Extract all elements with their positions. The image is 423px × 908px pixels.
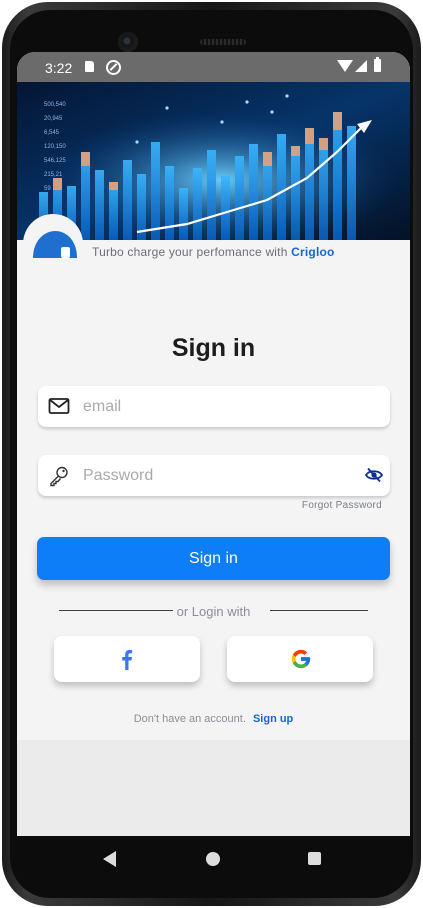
- igloo-logo-icon: [33, 231, 77, 258]
- app-logo: [23, 214, 83, 274]
- wifi-icon: [337, 60, 353, 72]
- back-icon[interactable]: [103, 851, 116, 867]
- hero-number: 215,21: [44, 172, 63, 178]
- password-input[interactable]: [83, 455, 353, 496]
- facebook-login-button[interactable]: [54, 636, 200, 682]
- eye-off-icon[interactable]: [365, 467, 383, 483]
- tagline-text: Turbo charge your perfomance with: [92, 245, 288, 259]
- hero-number: 120,150: [44, 144, 66, 150]
- status-bar: 3:22: [17, 52, 410, 82]
- google-login-button[interactable]: [227, 636, 373, 682]
- google-icon: [291, 649, 311, 669]
- sign-up-link[interactable]: Sign up: [253, 713, 293, 725]
- facebook-icon: [122, 650, 133, 670]
- page-title: Sign in: [171, 334, 256, 362]
- tagline: Turbo charge your perfomance with Criglo…: [92, 245, 335, 259]
- empty-footer-area: [17, 740, 410, 836]
- password-field[interactable]: [38, 455, 390, 496]
- divider-line-right: [270, 610, 368, 611]
- do-not-disturb-icon: [106, 60, 121, 75]
- front-camera: [118, 32, 138, 52]
- hero-number: 20,945: [44, 116, 63, 122]
- hero-number: 59: [44, 186, 51, 192]
- hero-number: 500,540: [44, 102, 66, 108]
- sd-card-icon: [85, 61, 94, 72]
- sign-in-button[interactable]: Sign in: [37, 537, 390, 580]
- hero-number: 6,545: [44, 130, 60, 136]
- forgot-password-link[interactable]: Forgot Password: [302, 500, 382, 511]
- brand-name: Crigloo: [291, 245, 335, 259]
- signup-prompt: Don't have an account.: [133, 713, 246, 725]
- email-field[interactable]: [38, 386, 390, 427]
- earpiece-speaker: [200, 39, 246, 45]
- app-screen: 3:22 500,540 20,945 6,545 120,150 546,12…: [17, 52, 410, 836]
- home-icon[interactable]: [206, 852, 220, 866]
- email-input[interactable]: [83, 386, 353, 427]
- system-navigation-bar: [17, 836, 410, 882]
- signup-row: Don't have an account. Sign up: [17, 713, 410, 725]
- battery-icon: [374, 57, 381, 72]
- signal-icon: [355, 60, 367, 72]
- hero-number: 546,125: [44, 158, 66, 164]
- recent-apps-icon[interactable]: [308, 852, 321, 865]
- key-icon: [50, 466, 68, 487]
- status-time: 3:22: [45, 60, 73, 76]
- envelope-icon: [48, 398, 70, 414]
- social-divider-label: or Login with: [176, 604, 251, 619]
